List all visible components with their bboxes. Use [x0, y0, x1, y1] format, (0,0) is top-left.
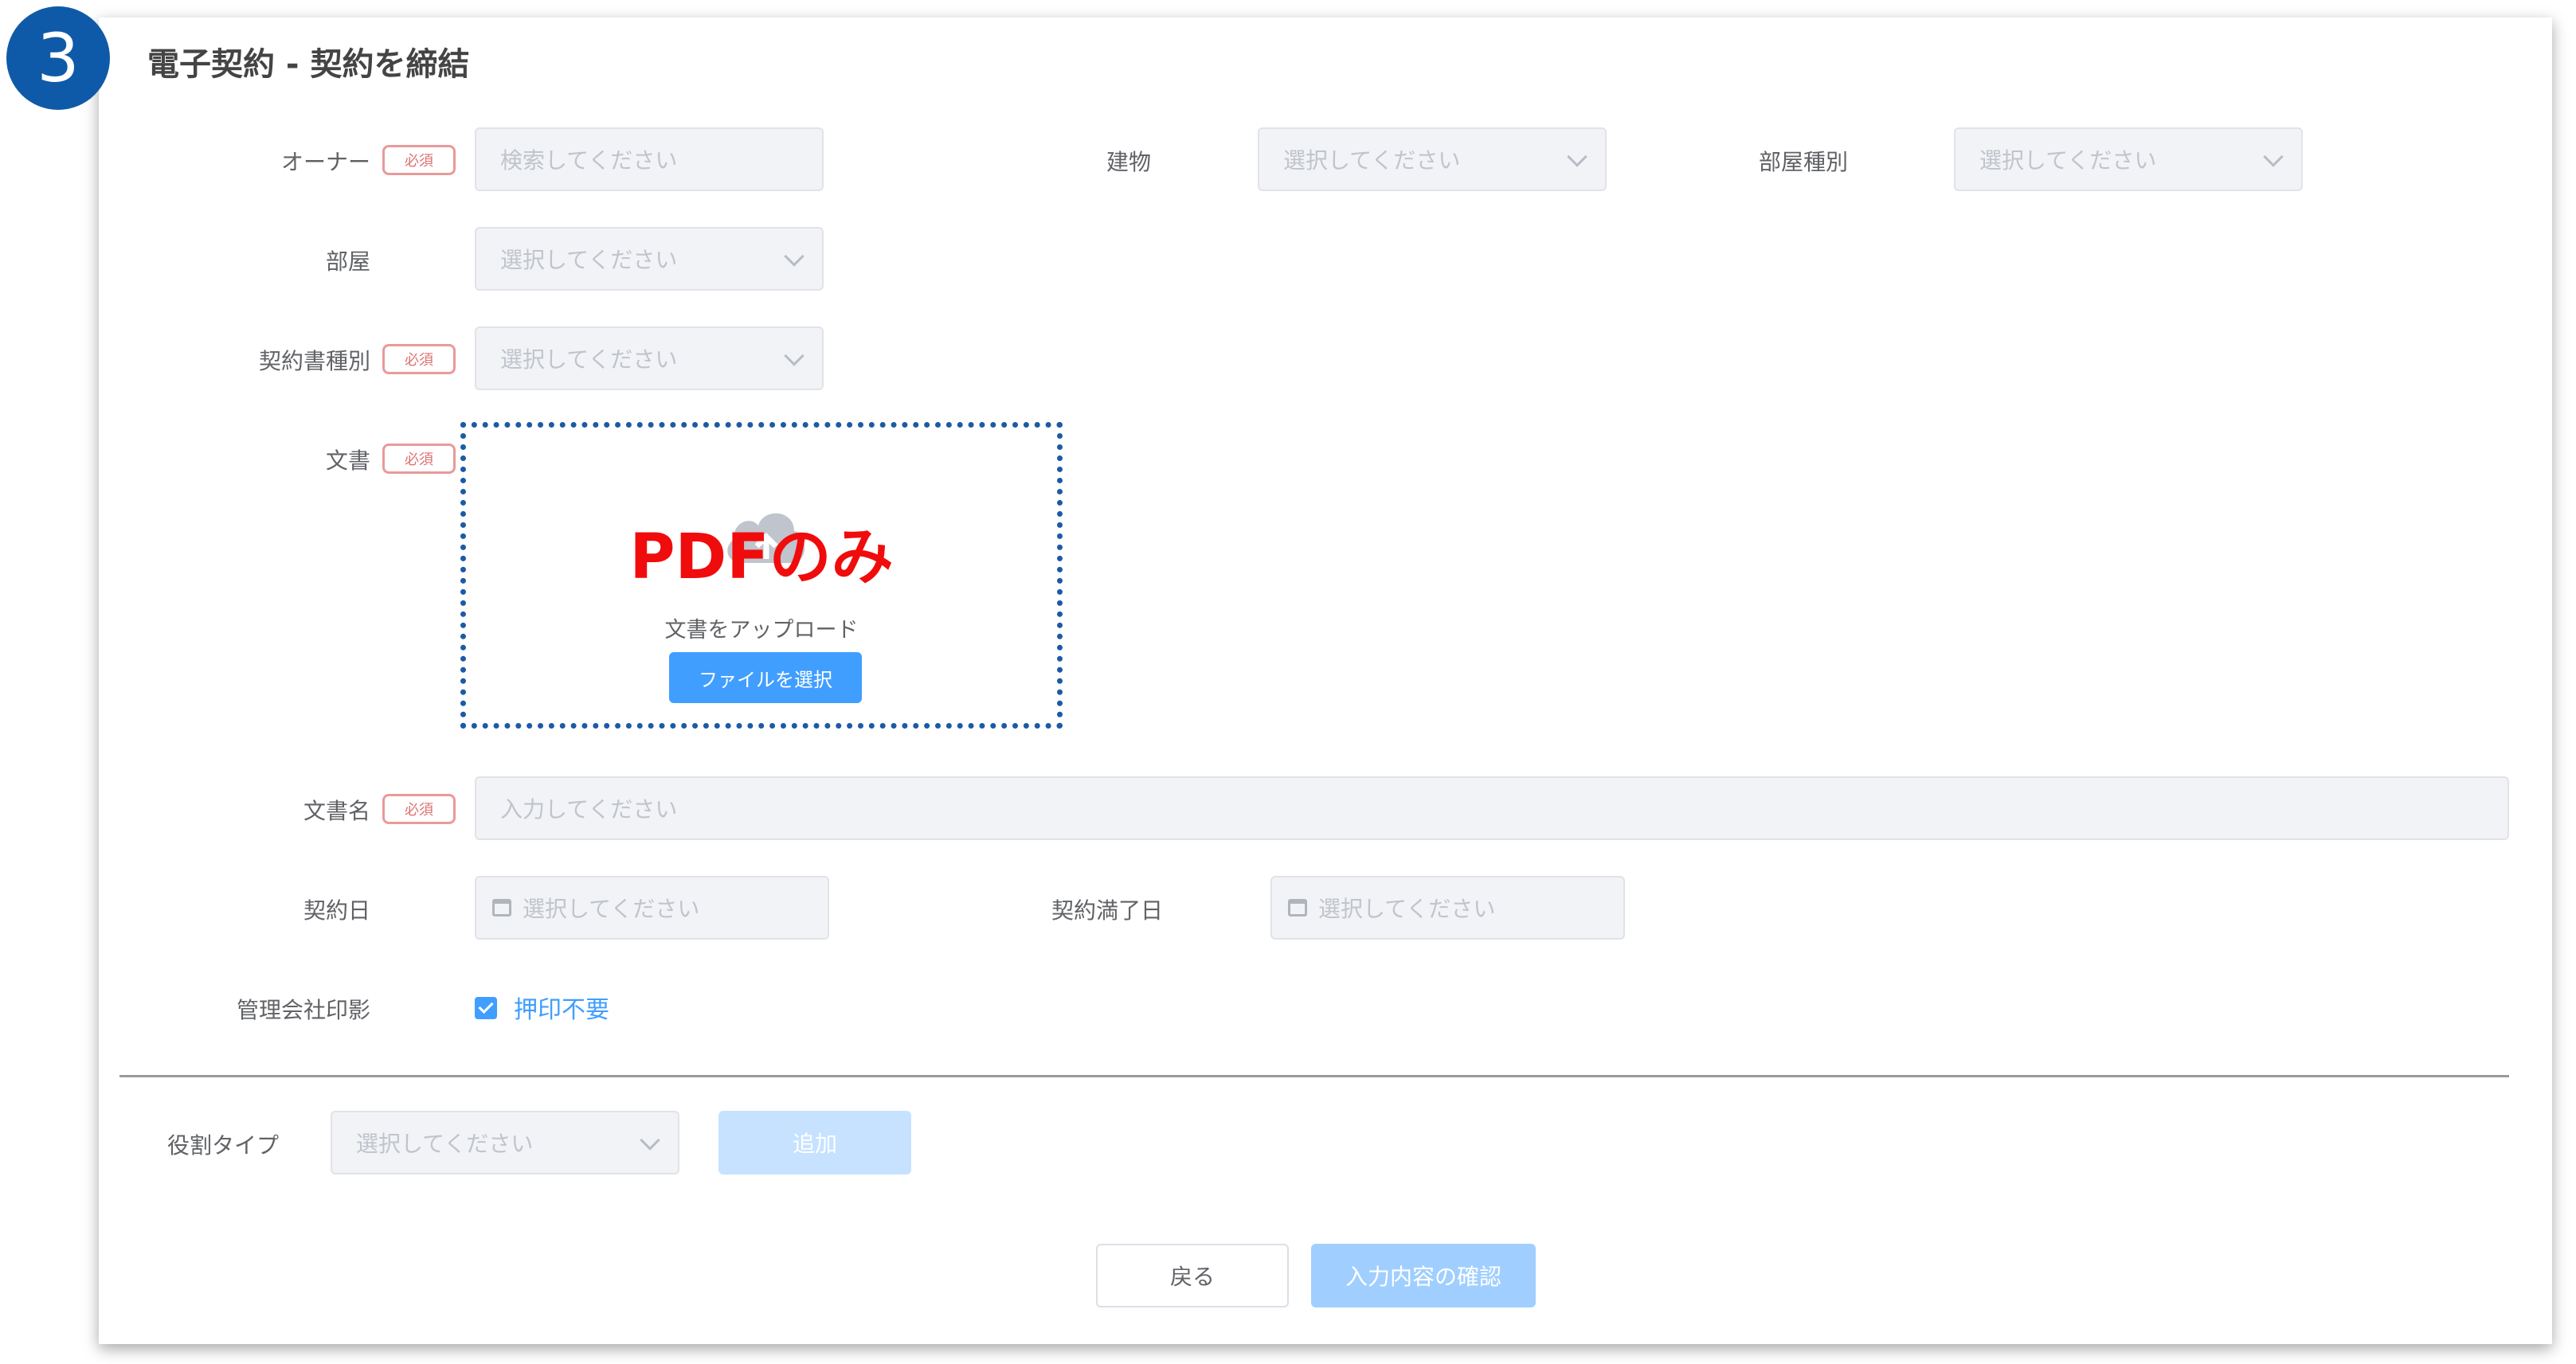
- contract-end-date-label: 契約満了日: [1051, 897, 1163, 924]
- document-name-placeholder: 入力してください: [500, 796, 678, 823]
- owner-required-badge: 必須: [382, 145, 456, 175]
- contract-date-label: 契約日: [303, 897, 370, 924]
- contract-type-placeholder: 選択してください: [500, 346, 678, 373]
- document-label: 文書: [325, 448, 370, 474]
- room-placeholder: 選択してください: [500, 247, 678, 273]
- building-select[interactable]: 選択してください: [1258, 127, 1607, 191]
- chevron-down-icon: [640, 1130, 660, 1151]
- document-upload-area[interactable]: PDFのみ 文書をアップロード ファイルを選択: [460, 422, 1063, 729]
- role-type-label: 役割タイプ: [166, 1132, 279, 1159]
- contract-end-date-placeholder: 選択してください: [1318, 896, 1496, 922]
- building-label: 建物: [1106, 149, 1151, 175]
- document-required-badge: 必須: [382, 444, 456, 474]
- contract-type-select[interactable]: 選択してください: [475, 326, 824, 390]
- document-name-label: 文書名: [303, 798, 370, 824]
- contract-type-required-badge: 必須: [382, 344, 456, 374]
- document-name-input[interactable]: 入力してください: [475, 776, 2509, 840]
- role-type-select[interactable]: 選択してください: [331, 1111, 679, 1174]
- room-type-label: 部屋種別: [1758, 149, 1848, 175]
- upload-text: 文書をアップロード: [664, 618, 859, 643]
- confirm-input-button[interactable]: 入力内容の確認: [1311, 1244, 1536, 1307]
- room-type-placeholder: 選択してください: [1979, 147, 2157, 174]
- contract-date-placeholder: 選択してください: [523, 896, 700, 922]
- step-number-badge: 3: [6, 6, 110, 110]
- company-seal-label: 管理会社印影: [236, 997, 370, 1023]
- contract-type-label: 契約書種別: [258, 348, 370, 374]
- section-divider: [119, 1075, 2509, 1077]
- room-type-select[interactable]: 選択してください: [1954, 127, 2303, 191]
- add-button[interactable]: 追加: [718, 1111, 911, 1174]
- back-button[interactable]: 戻る: [1096, 1244, 1289, 1307]
- role-type-placeholder: 選択してください: [356, 1131, 534, 1157]
- calendar-icon: [492, 899, 511, 916]
- owner-label: オーナー: [280, 149, 370, 175]
- building-placeholder: 選択してください: [1283, 147, 1461, 174]
- contract-date-picker[interactable]: 選択してください: [475, 876, 829, 940]
- chevron-down-icon: [784, 246, 805, 267]
- pdf-only-annotation: PDFのみ: [629, 522, 894, 593]
- owner-search-input[interactable]: 検索してください: [475, 127, 824, 191]
- room-select[interactable]: 選択してください: [475, 227, 824, 291]
- calendar-icon: [1288, 899, 1307, 916]
- room-label: 部屋: [325, 248, 370, 275]
- no-seal-checkbox-label[interactable]: 押印不要: [514, 990, 609, 1025]
- page-title: 電子契約 - 契約を締結: [147, 46, 470, 83]
- chevron-down-icon: [784, 346, 805, 366]
- choose-file-button[interactable]: ファイルを選択: [669, 652, 862, 703]
- chevron-down-icon: [1567, 147, 1587, 167]
- document-name-required-badge: 必須: [382, 794, 456, 824]
- owner-placeholder: 検索してください: [500, 147, 678, 174]
- chevron-down-icon: [2263, 147, 2284, 167]
- no-seal-checkbox[interactable]: [475, 997, 497, 1019]
- contract-end-date-picker[interactable]: 選択してください: [1270, 876, 1625, 940]
